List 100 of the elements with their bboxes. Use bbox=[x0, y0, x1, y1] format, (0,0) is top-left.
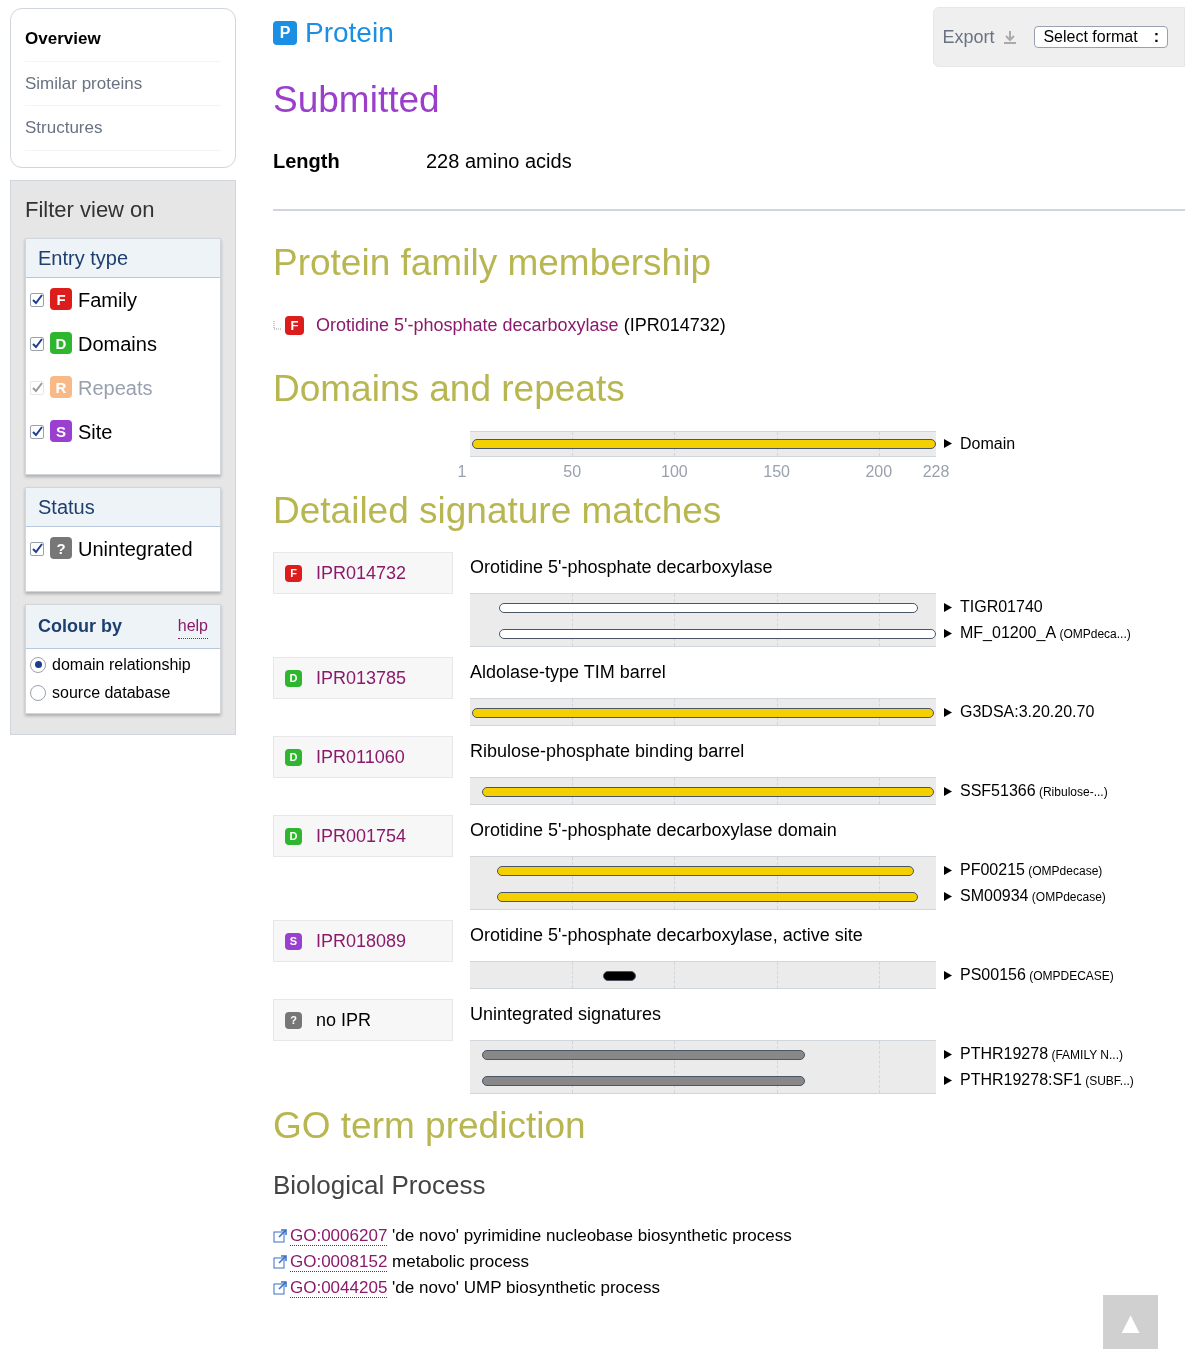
axis-tick-label: 150 bbox=[763, 461, 790, 482]
check-icon bbox=[31, 381, 43, 394]
type-badge: S bbox=[50, 420, 72, 442]
section-title: Protein family membership bbox=[273, 240, 712, 285]
checkbox[interactable] bbox=[30, 292, 44, 307]
radio-button[interactable] bbox=[30, 656, 46, 673]
filter-label: Domains bbox=[78, 331, 157, 357]
help-link[interactable]: help bbox=[177, 613, 208, 639]
checkbox[interactable] bbox=[30, 424, 44, 439]
entry-box[interactable]: D IPR001754 bbox=[273, 815, 453, 857]
type-badge: D bbox=[285, 748, 302, 766]
entry-box[interactable]: D IPR011060 bbox=[273, 736, 453, 778]
track-label: Domain bbox=[960, 433, 1016, 454]
signature-label[interactable]: SSF51366 (Ribulose-...) bbox=[960, 779, 1108, 803]
signature-label[interactable]: PS00156 (OMPDECASE) bbox=[960, 963, 1114, 987]
match-bar[interactable] bbox=[602, 971, 636, 981]
entry-box[interactable]: D IPR013785 bbox=[273, 657, 453, 699]
external-link-icon bbox=[273, 1280, 287, 1295]
export-label: Export bbox=[942, 25, 995, 49]
filter-label: Repeats bbox=[78, 375, 153, 401]
axis-tick-label: 200 bbox=[865, 461, 893, 482]
section-subtitle: Biological Process bbox=[273, 1168, 487, 1202]
nav-item[interactable]: Structures bbox=[25, 106, 221, 151]
triangle-icon bbox=[944, 707, 952, 717]
signature-label[interactable]: PF00215 (OMPdecase) bbox=[960, 858, 1103, 882]
format-select[interactable]: Select format : bbox=[1034, 26, 1168, 48]
entry-accession: no IPR bbox=[316, 1008, 372, 1032]
checkbox[interactable] bbox=[30, 336, 44, 351]
go-term: GO:0008152 metabolic process bbox=[290, 1250, 530, 1274]
checkbox[interactable] bbox=[30, 541, 44, 556]
entry-name: Orotidine 5'-phosphate decarboxylase bbox=[470, 556, 774, 579]
radio-button[interactable] bbox=[30, 684, 46, 701]
entry-name: Unintegrated signatures bbox=[470, 1003, 663, 1026]
entry-accession: IPR014732 bbox=[316, 561, 407, 585]
type-badge: D bbox=[50, 332, 72, 354]
page-subtitle: Submitted bbox=[273, 78, 440, 122]
section-title: GO term prediction bbox=[273, 1104, 587, 1148]
entry-name: Orotidine 5'-phosphate decarboxylase domain bbox=[470, 819, 838, 842]
section-title: Detailed signature matches bbox=[273, 488, 723, 533]
match-bar[interactable] bbox=[498, 603, 918, 613]
signature-label[interactable]: MF_01200_A (OMPdeca...) bbox=[960, 621, 1131, 645]
filter-title: Filter view on bbox=[25, 195, 156, 224]
type-badge: D bbox=[285, 669, 302, 687]
go-link[interactable]: GO:0006207 bbox=[290, 1225, 388, 1246]
family-link[interactable]: Orotidine 5'-phosphate decarboxylase bbox=[316, 315, 619, 335]
length-value: 228 amino acids bbox=[426, 148, 572, 174]
box-title: Colour by bbox=[38, 614, 122, 638]
tree-branch-icon bbox=[273, 320, 281, 331]
entry-accession: IPR018089 bbox=[316, 929, 407, 953]
entry-name: Aldolase-type TIM barrel bbox=[470, 661, 667, 684]
go-link[interactable]: GO:0008152 bbox=[290, 1251, 388, 1272]
triangle-icon bbox=[944, 1049, 952, 1059]
triangle-icon bbox=[944, 602, 952, 612]
signature-label[interactable]: TIGR01740 bbox=[960, 595, 1043, 619]
axis-tick-label: 100 bbox=[661, 461, 688, 482]
triangle-icon bbox=[944, 628, 952, 638]
type-badge: D bbox=[285, 827, 302, 845]
external-link-icon bbox=[273, 1228, 287, 1243]
type-badge: F bbox=[285, 564, 302, 582]
go-link[interactable]: GO:0044205 bbox=[290, 1277, 388, 1298]
type-badge: ? bbox=[285, 1011, 302, 1029]
entry-accession: IPR013785 bbox=[316, 666, 407, 690]
entry-name: Ribulose-phosphate binding barrel bbox=[470, 740, 746, 763]
match-bar[interactable] bbox=[472, 438, 936, 449]
check-icon bbox=[31, 542, 43, 555]
triangle-icon bbox=[944, 786, 952, 796]
entry-accession: IPR001754 bbox=[316, 824, 407, 848]
nav-item[interactable]: Overview bbox=[25, 17, 221, 62]
radio-label: source database bbox=[52, 682, 171, 703]
match-bar[interactable] bbox=[498, 629, 936, 639]
signature-label[interactable]: G3DSA:3.20.20.70 bbox=[960, 700, 1095, 724]
type-badge: F bbox=[50, 288, 72, 310]
triangle-icon bbox=[944, 1075, 952, 1085]
check-icon bbox=[31, 425, 43, 438]
nav-item[interactable]: Similar proteins bbox=[25, 61, 221, 106]
box-title: Status bbox=[38, 494, 95, 520]
type-badge: S bbox=[285, 932, 302, 950]
signature-label[interactable]: SM00934 (OMPdecase) bbox=[960, 884, 1106, 908]
section-title: Domains and repeats bbox=[273, 367, 626, 411]
radio-label: domain relationship bbox=[52, 654, 191, 675]
go-term: GO:0044205 'de novo' UMP biosynthetic process bbox=[290, 1276, 661, 1300]
entry-box[interactable]: ? no IPR bbox=[273, 999, 453, 1041]
entry-box[interactable]: F IPR014732 bbox=[273, 552, 453, 594]
triangle-icon bbox=[944, 891, 952, 901]
filter-label: Site bbox=[78, 419, 113, 445]
box-title: Entry type bbox=[38, 245, 129, 271]
entry-name: Orotidine 5'-phosphate decarboxylase, active site bbox=[470, 924, 864, 947]
page-title: Protein bbox=[305, 16, 394, 50]
external-link-icon bbox=[273, 1254, 287, 1269]
type-badge: F bbox=[285, 316, 304, 335]
axis-tick-label: 50 bbox=[563, 461, 582, 482]
triangle-icon bbox=[944, 865, 952, 875]
signature-label[interactable]: PTHR19278 (FAMILY N...) bbox=[960, 1042, 1123, 1066]
signature-label[interactable]: PTHR19278:SF1 (SUBF...) bbox=[960, 1068, 1134, 1092]
go-term: GO:0006207 'de novo' pyrimidine nucleobase biosynthetic process bbox=[290, 1224, 792, 1248]
axis-tick-label: 228 bbox=[922, 461, 950, 482]
filter-label: Unintegrated bbox=[78, 536, 193, 562]
entry-box[interactable]: S IPR018089 bbox=[273, 920, 453, 962]
family-entry: Orotidine 5'-phosphate decarboxylase (IPR014732) bbox=[316, 314, 726, 337]
triangle-icon bbox=[944, 439, 952, 448]
